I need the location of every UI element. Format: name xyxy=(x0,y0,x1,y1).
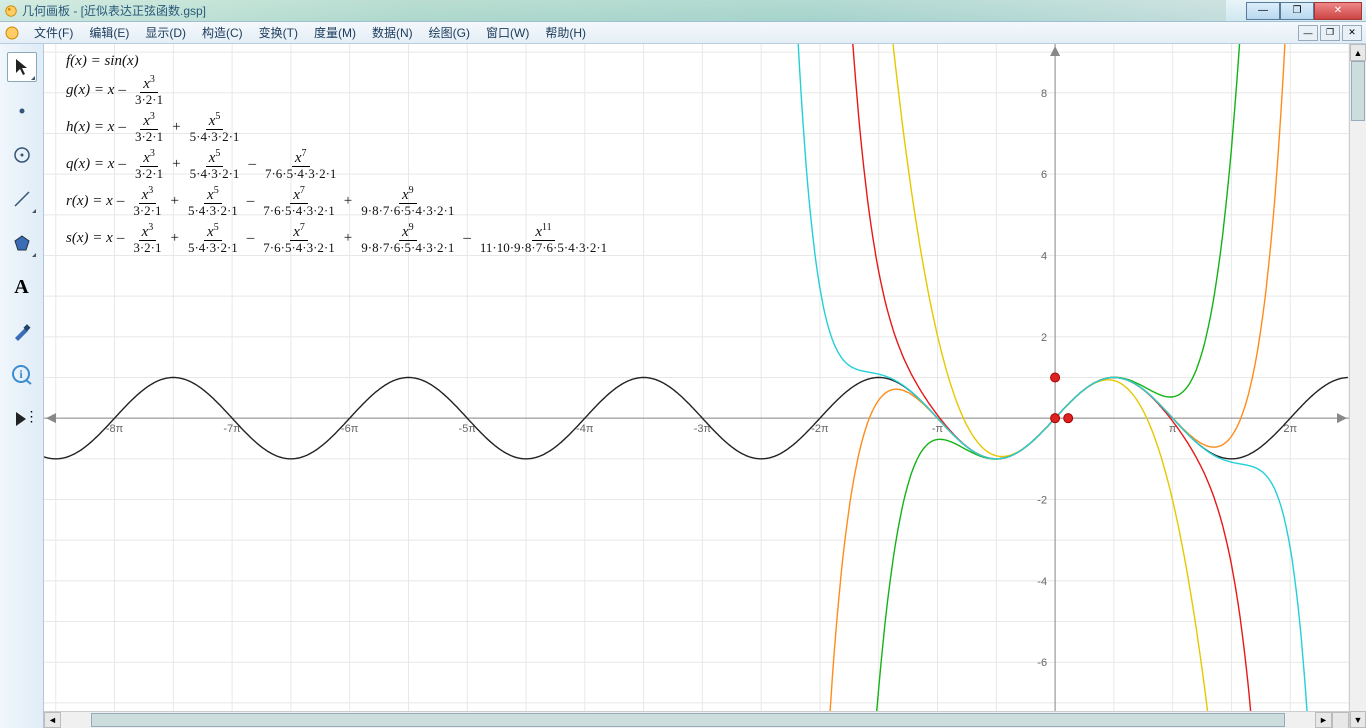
vscroll-down-button[interactable]: ▼ xyxy=(1350,711,1366,728)
tool-info[interactable]: i xyxy=(7,360,37,390)
svg-text:-4: -4 xyxy=(1037,576,1047,588)
tool-circle[interactable] xyxy=(7,140,37,170)
menu-display[interactable]: 显示(D) xyxy=(137,22,194,43)
mdi-restore-button[interactable]: ❐ xyxy=(1320,25,1340,41)
hscroll-left-button[interactable]: ◄ xyxy=(44,712,61,728)
tool-custom[interactable]: ⋮ xyxy=(7,404,37,434)
canvas-area[interactable]: -8π-7π-6π-5π-4π-3π-2π-ππ2π-6-4-22468 f(x… xyxy=(44,44,1349,728)
formula-f[interactable]: f(x) = sin(x) xyxy=(66,54,612,69)
vscroll-thumb[interactable] xyxy=(1351,61,1365,121)
menu-file[interactable]: 文件(F) xyxy=(26,22,81,43)
svg-text:2: 2 xyxy=(1041,332,1047,344)
info-icon: i xyxy=(11,364,33,386)
tool-point[interactable] xyxy=(7,96,37,126)
menu-transform[interactable]: 变换(T) xyxy=(251,22,306,43)
hscroll-track[interactable] xyxy=(61,712,1315,728)
svg-text:2π: 2π xyxy=(1283,423,1297,435)
svg-text:i: i xyxy=(19,367,23,381)
toolbar: A i ⋮ xyxy=(0,44,44,728)
formula-g[interactable]: g(x) = x– x33·2·1 xyxy=(66,75,612,106)
vscroll: ▲ ▼ xyxy=(1349,44,1366,728)
close-button[interactable]: ✕ xyxy=(1314,2,1362,20)
mdi-close-button[interactable]: ✕ xyxy=(1342,25,1362,41)
hscroll-thumb[interactable] xyxy=(91,713,1285,727)
menu-construct[interactable]: 构造(C) xyxy=(194,22,251,43)
point-icon xyxy=(12,101,32,121)
menu-graph[interactable]: 绘图(G) xyxy=(421,22,478,43)
text-icon: A xyxy=(14,276,28,299)
menu-window[interactable]: 窗口(W) xyxy=(478,22,537,43)
menu-data[interactable]: 数据(N) xyxy=(364,22,421,43)
maximize-button[interactable]: ❐ xyxy=(1280,2,1314,20)
svg-text:4: 4 xyxy=(1041,250,1047,262)
formula-h[interactable]: h(x) = x– x33·2·1 + x55·4·3·2·1 xyxy=(66,112,612,143)
scroll-corner xyxy=(1332,712,1349,728)
formula-s[interactable]: s(x) = x– x33·2·1 + x55·4·3·2·1 – x77·6·… xyxy=(66,223,612,254)
tool-marker[interactable] xyxy=(7,316,37,346)
tool-polygon[interactable] xyxy=(7,228,37,258)
circle-icon xyxy=(12,145,32,165)
svg-text:-π: -π xyxy=(932,423,944,435)
line-icon xyxy=(12,189,32,209)
vscroll-track[interactable] xyxy=(1350,61,1366,711)
svg-text:-2: -2 xyxy=(1037,495,1047,507)
polygon-icon xyxy=(12,233,32,253)
svg-text:6: 6 xyxy=(1041,169,1047,181)
tool-select[interactable] xyxy=(7,52,37,82)
minimize-button[interactable]: — xyxy=(1246,2,1280,20)
svg-text:8: 8 xyxy=(1041,88,1047,100)
menu-measure[interactable]: 度量(M) xyxy=(306,22,364,43)
window-title: 几何画板 - [近似表达正弦函数.gsp] xyxy=(22,2,1246,19)
formula-q[interactable]: q(x) = x– x33·2·1 + x55·4·3·2·1 – x77·6·… xyxy=(66,149,612,180)
menu-edit[interactable]: 编辑(E) xyxy=(81,22,137,43)
tool-text[interactable]: A xyxy=(7,272,37,302)
pointer-icon xyxy=(12,57,32,77)
vscroll-up-button[interactable]: ▲ xyxy=(1350,44,1366,61)
svg-text:-6: -6 xyxy=(1037,657,1047,669)
hscroll-right-button[interactable]: ► xyxy=(1315,712,1332,728)
mdi-minimize-button[interactable]: — xyxy=(1298,25,1318,41)
formula-r[interactable]: r(x) = x– x33·2·1 + x55·4·3·2·1 – x77·6·… xyxy=(66,186,612,217)
formula-panel: f(x) = sin(x) g(x) = x– x33·2·1 h(x) = x… xyxy=(66,54,612,260)
menubar: 文件(F) 编辑(E) 显示(D) 构造(C) 变换(T) 度量(M) 数据(N… xyxy=(0,22,1366,44)
titlebar: 几何画板 - [近似表达正弦函数.gsp] — ❐ ✕ xyxy=(0,0,1366,22)
tool-line[interactable] xyxy=(7,184,37,214)
app-icon xyxy=(4,4,18,18)
menu-help[interactable]: 帮助(H) xyxy=(537,22,594,43)
marker-icon xyxy=(12,321,32,341)
doc-icon xyxy=(4,25,20,41)
